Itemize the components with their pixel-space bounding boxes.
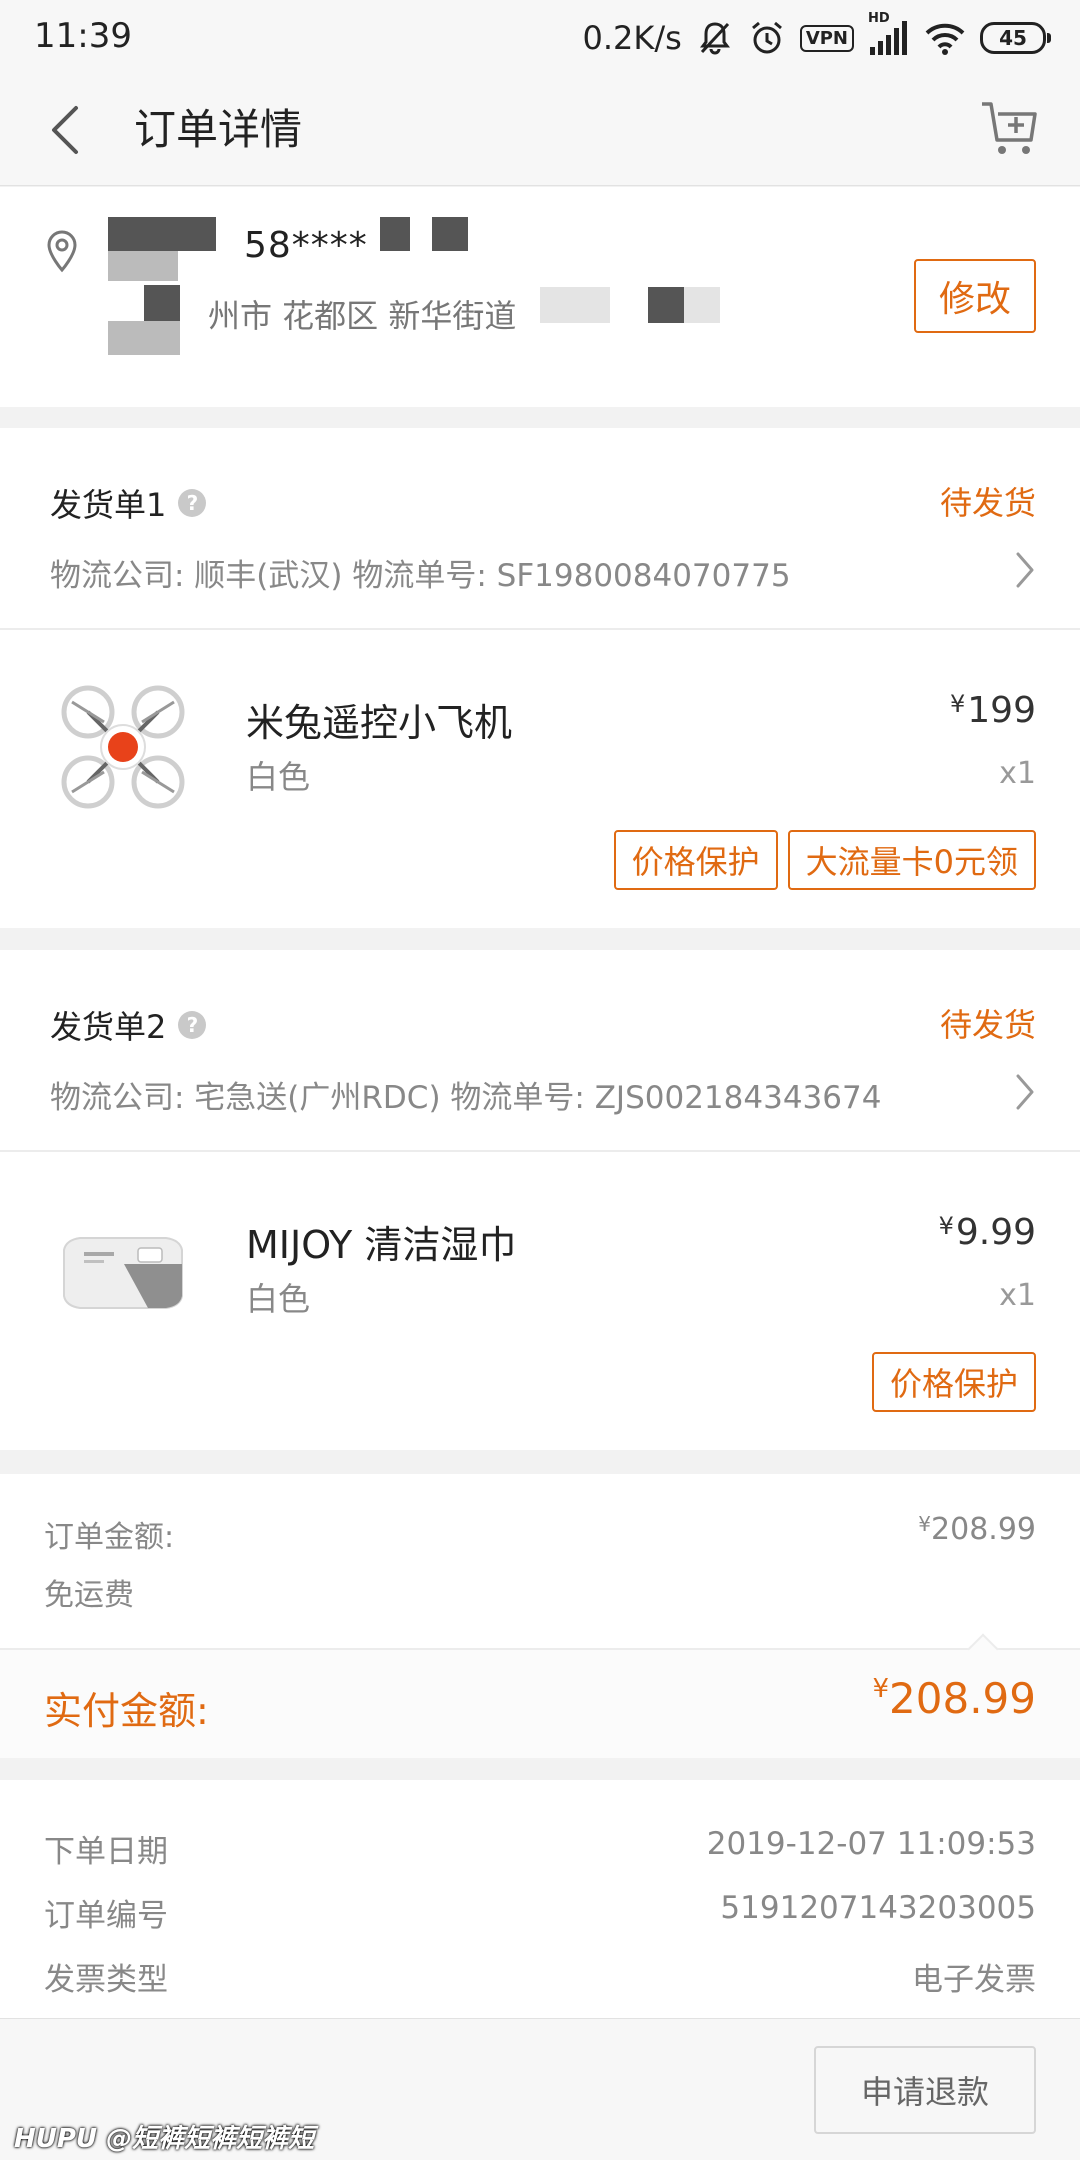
- shipment-title: 发货单1 ?: [50, 480, 207, 526]
- order-amount-value: ¥208.99: [918, 1512, 1036, 1547]
- price-protect-button[interactable]: 价格保护: [871, 1352, 1036, 1412]
- refund-button[interactable]: 申请退款: [814, 2046, 1036, 2134]
- shipment-title: 发货单2 ?: [50, 1002, 207, 1048]
- wifi-icon: [924, 19, 966, 57]
- notch-decoration: [967, 1633, 999, 1665]
- redacted-block: [540, 287, 610, 323]
- info-label: 订单编号: [44, 1898, 168, 1934]
- product-spec: 白色: [246, 1280, 311, 1318]
- price-protect-button[interactable]: 价格保护: [613, 830, 778, 890]
- status-time: 11:39: [34, 16, 132, 56]
- product-spec: 白色: [246, 758, 311, 796]
- paid-amount-label: 实付金额:: [44, 1689, 209, 1733]
- currency-symbol: ¥: [872, 1674, 890, 1704]
- logistics-info: 物流公司: 顺丰(武汉) 物流单号: SF1980084070775: [50, 558, 791, 594]
- redacted-block: [432, 217, 468, 251]
- invoice-type-row: 发票类型 电子发票: [44, 1954, 1036, 1998]
- vpn-icon: VPN: [799, 24, 854, 52]
- chevron-right-icon: [1016, 1074, 1034, 1110]
- order-amount-label: 订单金额:: [44, 1520, 175, 1555]
- shipment-title-text: 发货单2: [50, 1008, 167, 1046]
- status-bar: 11:39 0.2K/s VPN HD 45: [0, 0, 1080, 76]
- shipment-header[interactable]: 发货单2 ? 待发货 物流公司: 宅急送(广州RDC) 物流单号: ZJS002…: [0, 950, 1080, 1150]
- product-price: ¥9.99: [939, 1212, 1036, 1253]
- order-summary: 订单金额: ¥208.99 免运费 实付金额: ¥208.99: [0, 1474, 1080, 1758]
- shipment-header[interactable]: 发货单1 ? 待发货 物流公司: 顺丰(武汉) 物流单号: SF19800840…: [0, 428, 1080, 628]
- app-header: 订单详情: [0, 76, 1080, 186]
- chevron-right-icon: [1016, 552, 1034, 588]
- shipment-status: 待发货: [939, 484, 1036, 522]
- product-name: 米兔遥控小飞机: [246, 701, 513, 745]
- page-title: 订单详情: [134, 105, 303, 154]
- help-icon[interactable]: ?: [178, 1011, 207, 1039]
- status-icons: 0.2K/s VPN HD 45: [582, 11, 1051, 62]
- paid-amount-value: ¥208.99: [872, 1674, 1036, 1723]
- info-label: 下单日期: [44, 1834, 168, 1870]
- chevron-left-icon: [52, 106, 78, 154]
- product-name: MIJOY 清洁湿巾: [246, 1223, 517, 1267]
- redacted-block: [380, 217, 410, 251]
- shipment-title-text: 发货单1: [50, 486, 167, 524]
- drone-image: [61, 685, 185, 809]
- product-actions: 价格保护 大流量卡0元领: [613, 830, 1036, 890]
- net-speed: 0.2K/s: [582, 19, 682, 57]
- product-actions: 价格保护: [871, 1352, 1036, 1412]
- watermark: HUPU @短裤短裤短裤短: [14, 2124, 315, 2154]
- info-value: 电子发票: [912, 1962, 1036, 1998]
- product-price: ¥199: [950, 690, 1036, 731]
- redacted-block: [684, 287, 720, 323]
- product-item[interactable]: 米兔遥控小飞机 白色 ¥199 x1 价格保护 大流量卡0元领: [0, 630, 1080, 928]
- amount-value: 208.99: [889, 1674, 1036, 1723]
- currency-symbol: ¥: [918, 1512, 932, 1536]
- address-card[interactable]: 58**** 州市 花都区 新华街道 修改: [0, 187, 1080, 407]
- location-pin-icon: [47, 230, 77, 273]
- info-value: 5191207143203005: [720, 1890, 1036, 1926]
- redacted-block: [144, 321, 180, 355]
- address-text: 州市 花都区 新华街道: [208, 297, 517, 335]
- order-info: 下单日期 2019-12-07 11:09:53 订单编号 5191207143…: [0, 1780, 1080, 2018]
- battery-icon: 45: [980, 22, 1051, 54]
- redacted-block: [144, 285, 180, 321]
- cart-button[interactable]: [976, 90, 1046, 160]
- info-value: 2019-12-07 11:09:53: [706, 1826, 1036, 1862]
- alarm-icon: [748, 19, 786, 57]
- order-date-row: 下单日期 2019-12-07 11:09:53: [44, 1826, 1036, 1870]
- redacted-name: [108, 217, 216, 251]
- cart-add-icon: [982, 102, 1037, 154]
- shipping-fee-label: 免运费: [44, 1578, 134, 1613]
- logistics-info: 物流公司: 宅急送(广州RDC) 物流单号: ZJS002184343674: [50, 1080, 882, 1116]
- edit-address-button[interactable]: 修改: [914, 259, 1036, 333]
- price-value: 9.99: [955, 1212, 1036, 1253]
- redacted-block: [108, 321, 144, 355]
- contact-phone: 58****: [244, 225, 368, 266]
- paid-amount-row: 实付金额: ¥208.99: [0, 1633, 1080, 1758]
- product-qty: x1: [999, 756, 1036, 791]
- hd-label: HD: [868, 11, 890, 26]
- info-label: 发票类型: [44, 1962, 168, 1998]
- back-button[interactable]: [40, 94, 100, 164]
- order-number-row: 订单编号 5191207143203005: [44, 1890, 1036, 1934]
- product-qty: x1: [999, 1278, 1036, 1313]
- data-card-button[interactable]: 大流量卡0元领: [787, 830, 1036, 890]
- price-value: 199: [967, 690, 1036, 731]
- wipes-pack-image: [63, 1237, 183, 1309]
- redacted-block: [648, 287, 684, 323]
- currency-symbol: ¥: [938, 1212, 954, 1240]
- signal-icon: HD: [868, 11, 910, 57]
- redacted-block: [108, 251, 178, 281]
- help-icon[interactable]: ?: [178, 489, 207, 517]
- product-item[interactable]: MIJOY 清洁湿巾 白色 ¥9.99 x1 价格保护: [0, 1152, 1080, 1450]
- shipment-status: 待发货: [939, 1006, 1036, 1044]
- amount-value: 208.99: [931, 1512, 1036, 1547]
- currency-symbol: ¥: [950, 690, 966, 718]
- mute-bell-icon: [696, 19, 734, 57]
